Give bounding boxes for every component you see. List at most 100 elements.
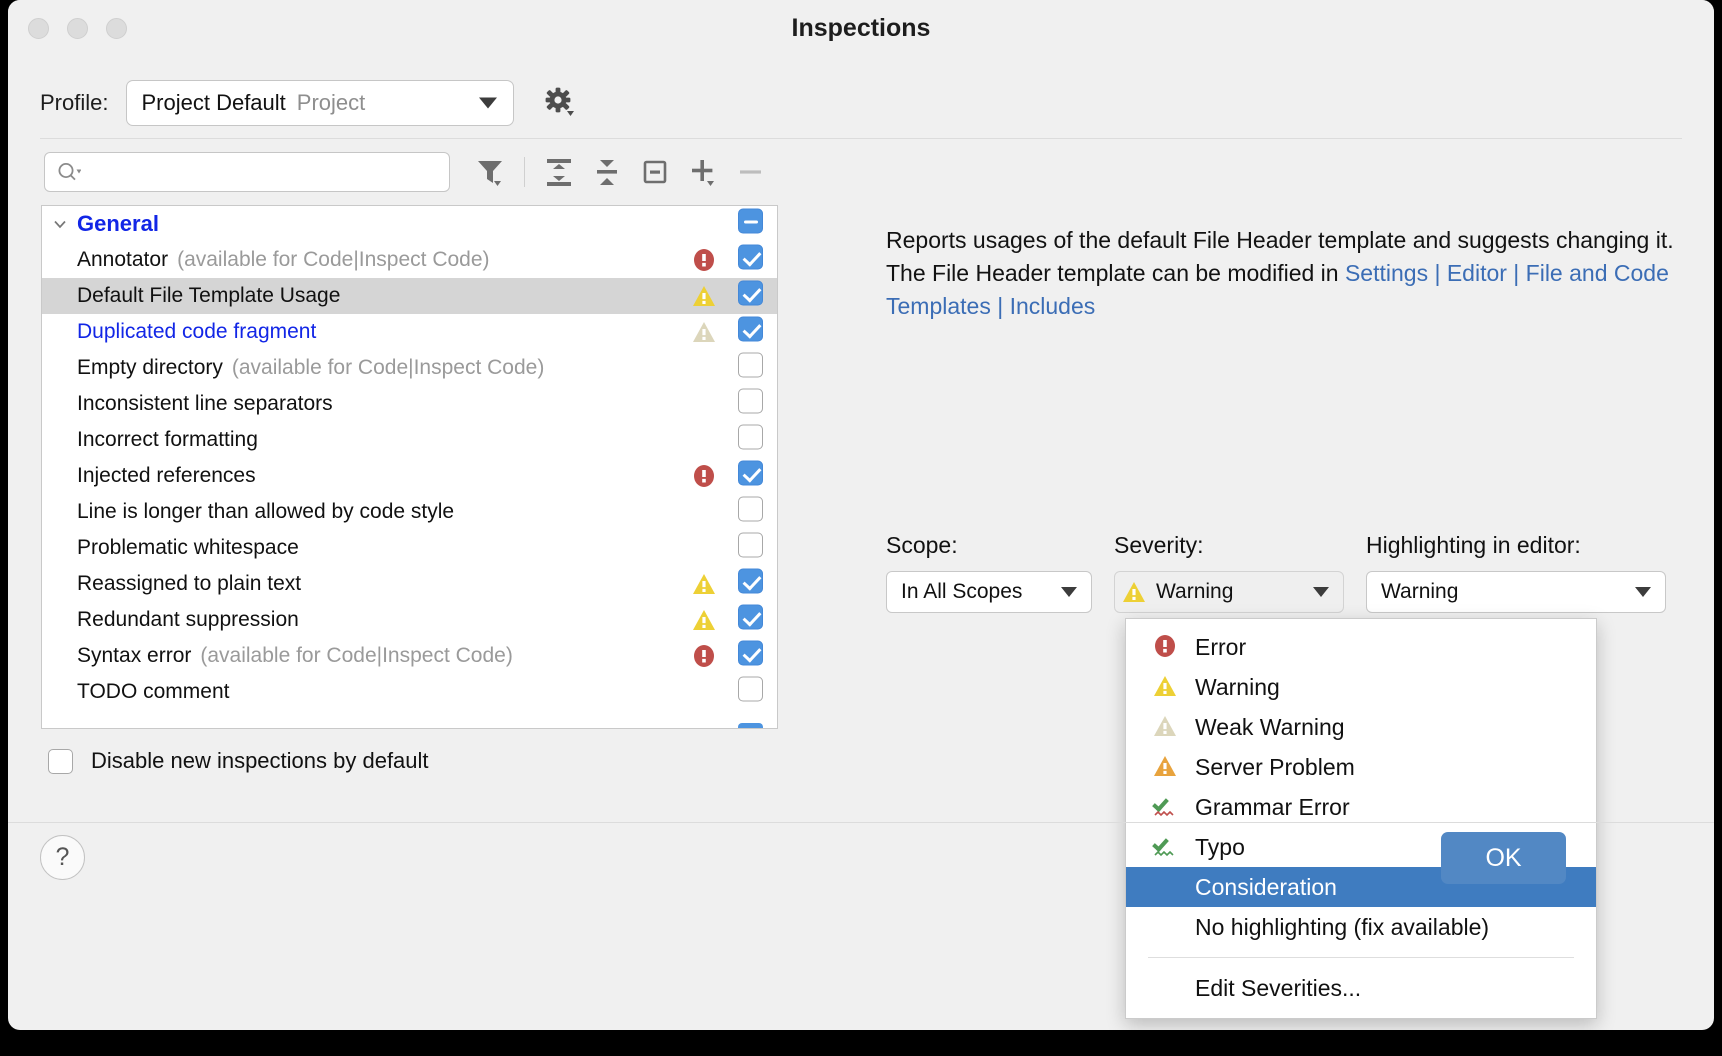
tree-row-label: Incorrect formatting [77,428,258,451]
scope-dropdown[interactable]: In All Scopes [886,571,1092,613]
warning-icon [1154,675,1178,699]
tree-row-severity [693,393,715,415]
help-button[interactable]: ? [40,835,85,880]
grammar-error-icon [1152,794,1176,817]
menu-item-no-highlighting-fix-available[interactable]: No highlighting (fix available) [1126,907,1596,947]
weak-warning-icon [1154,715,1178,739]
menu-item-grammar-error[interactable]: Grammar Error [1126,787,1596,827]
severity-field: Severity: Warning [1114,532,1344,613]
tree-group-label: General [77,211,159,236]
tree-row-checkbox[interactable] [738,568,763,600]
tree-row[interactable]: Redundant suppression [42,602,777,638]
tree-row-label: Annotator [77,248,169,271]
warning-icon [1154,675,1176,697]
tree-row[interactable]: Incorrect formatting [42,422,777,458]
divider [40,138,1682,139]
tree-row[interactable]: Duplicated code fragment [42,314,777,350]
inspection-tree[interactable]: General Annotator (available for Code|Ins… [41,205,778,729]
tree-row-severity [693,465,715,487]
tree-row[interactable]: Problematic whitespace [42,530,777,566]
tree-row-checkbox[interactable] [738,532,763,564]
tree-row[interactable]: Empty directory (available for Code|Inspe… [42,350,777,386]
chevron-down-icon[interactable] [42,216,77,232]
checkbox-partial[interactable] [738,723,763,728]
highlighting-dropdown[interactable]: Warning [1366,571,1666,613]
tree-row-checkbox[interactable] [738,424,763,456]
gear-icon[interactable] [542,85,578,121]
weak-warning-icon [1154,715,1176,737]
menu-item-label: Warning [1195,673,1280,700]
typo-icon [1152,834,1178,859]
inspection-description: Reports usages of the default File Heade… [886,224,1676,323]
tree-row[interactable]: Annotator (available for Code|Inspect Cod… [42,242,777,278]
inspections-dialog: Inspections Profile: Project Default Pro… [8,0,1714,1030]
tree-row-checkbox[interactable] [738,280,763,312]
chevron-down-icon [479,97,498,109]
tree-row-checkbox[interactable] [738,316,763,348]
profile-dropdown[interactable]: Project Default Project [126,80,515,126]
severity-value: Warning [1156,580,1234,603]
tree-row[interactable]: Reassigned to plain text [42,566,777,602]
window-title: Inspections [791,14,931,42]
warning-icon [693,609,715,631]
tree-row-checkbox[interactable] [738,640,763,672]
tree-row-severity [693,609,715,631]
chevron-down-icon [1061,587,1077,597]
error-icon [693,465,715,487]
tree-row[interactable]: Injected references [42,458,777,494]
ok-button[interactable]: OK [1441,832,1566,884]
tree-row[interactable]: Default File Template Usage [42,278,777,314]
tree-row-hint: (available for Code|Inspect Code) [231,356,545,379]
tree-row-checkbox[interactable] [738,604,763,636]
tree-row-severity [693,501,715,523]
menu-item-label: Edit Severities... [1195,974,1362,1001]
scope-value: In All Scopes [901,580,1023,603]
tree-row-checkbox[interactable] [738,676,763,708]
tree-row[interactable]: TODO comment [42,674,777,710]
tree-row-partial [42,723,777,728]
tree-row-checkbox[interactable] [738,388,763,420]
tree-row-severity [693,321,715,343]
tree-row[interactable]: Syntax error (available for Code|Inspect … [42,638,777,674]
search-input[interactable] [44,152,450,192]
disable-new-inspections-row[interactable]: Disable new inspections by default [48,748,429,774]
tree-row[interactable]: Inconsistent line separators [42,386,777,422]
menu-item-weak-warning[interactable]: Weak Warning [1126,707,1596,747]
tree-row-checkbox[interactable] [738,496,763,528]
toolbar [8,148,775,196]
expand-all-icon[interactable] [535,152,583,192]
tree-row-checkbox[interactable] [738,460,763,492]
tree-group-general[interactable]: General [42,206,777,242]
tree-row[interactable]: Line is longer than allowed by code styl… [42,494,777,530]
menu-item-server-problem[interactable]: Server Problem [1126,747,1596,787]
reset-icon[interactable] [631,152,679,192]
chevron-down-icon [1635,587,1651,597]
tree-row-label: TODO comment [77,680,230,703]
disable-new-inspections-label: Disable new inspections by default [91,748,429,773]
error-icon [1154,635,1176,657]
profile-value: Project Default [141,90,286,115]
menu-divider [1148,957,1574,958]
menu-item-label: Grammar Error [1195,793,1350,820]
filter-icon[interactable] [466,152,514,192]
collapse-all-icon[interactable] [583,152,631,192]
tree-row-checkbox[interactable] [738,244,763,276]
disable-new-inspections-checkbox[interactable] [48,748,73,774]
remove-icon[interactable] [727,152,775,192]
highlighting-value: Warning [1381,580,1459,603]
menu-item-label: Typo [1195,833,1245,860]
severity-menu[interactable]: Error Warning Weak Warning Server Problem Gr… [1125,618,1597,1019]
menu-item-warning[interactable]: Warning [1126,667,1596,707]
tree-row-label: Inconsistent line separators [77,392,333,415]
tree-row-hint: (available for Code|Inspect Code) [200,644,513,667]
tree-row-label: Line is longer than allowed by code styl… [77,500,455,523]
menu-item-error[interactable]: Error [1126,627,1596,667]
warning-icon [693,573,715,595]
grammar-error-icon [1152,794,1178,819]
severity-dropdown[interactable]: Warning [1114,571,1344,613]
highlighting-label: Highlighting in editor: [1366,532,1581,558]
menu-item-edit-severities[interactable]: Edit Severities... [1126,968,1596,1008]
tree-group-checkbox[interactable] [738,208,763,240]
add-icon[interactable] [679,152,727,192]
tree-row-checkbox[interactable] [738,352,763,384]
